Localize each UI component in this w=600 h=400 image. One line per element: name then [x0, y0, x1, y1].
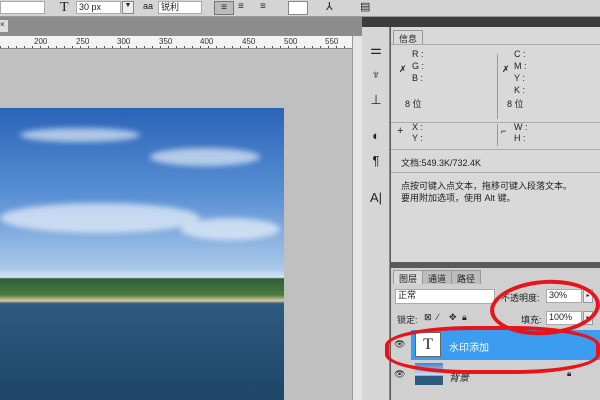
document-tab-bar: ×	[0, 17, 362, 36]
bit-depth-right: 8 位	[507, 99, 524, 109]
anti-alias-icon: aa	[143, 1, 154, 11]
cloud	[20, 128, 140, 142]
info-panel: 信息 ✗ R : G : B : 8 位 ✗ C : M : Y : K : 8…	[391, 27, 600, 262]
tab-layers[interactable]: 图层	[393, 270, 424, 284]
blend-mode-select[interactable]: 正常	[395, 289, 495, 304]
options-bar: T 30 px ▼ aa 锐利 ≡ ≡ ≡ ⅄ ▤	[0, 0, 600, 17]
warp-text-icon[interactable]: ⅄	[326, 0, 333, 13]
eyedropper-icon: ✗	[399, 64, 407, 74]
ruler-tick: 500	[284, 37, 298, 46]
info-c: C :	[514, 49, 526, 59]
selection-size-icon: ⌐	[501, 126, 507, 136]
anti-alias-select[interactable]: 锐利	[158, 1, 202, 14]
crosshair-icon: +	[397, 125, 404, 137]
info-w: W :	[514, 122, 528, 132]
document-size: 文档:549.3K/732.4K	[401, 158, 482, 168]
font-size-field[interactable]: 30 px	[76, 1, 121, 14]
character-icon[interactable]: A|	[368, 190, 384, 206]
annotation-circle-layer	[385, 326, 600, 374]
clone-source-icon[interactable]: ⊥	[368, 92, 384, 108]
vertical-scrollbar[interactable]	[352, 36, 362, 400]
tool-hint: 要用附加选项，使用 Alt 键。	[401, 193, 516, 203]
info-k: K :	[514, 85, 526, 95]
tab-info[interactable]: 信息	[393, 30, 424, 44]
cloud	[0, 203, 200, 233]
tool-presets-icon[interactable]: ♆	[368, 67, 384, 83]
layer-lock-icon: 🔒︎	[567, 369, 572, 378]
info-y: Y :	[514, 73, 525, 83]
ruler-tick: 350	[159, 37, 173, 46]
ruler-tick: 550	[325, 37, 339, 46]
tab-channels[interactable]: 通道	[422, 270, 453, 284]
info-x: X :	[412, 122, 424, 132]
character-panel-icon[interactable]: ▤	[360, 0, 370, 13]
info-g: G :	[412, 61, 425, 71]
horizontal-ruler	[0, 36, 352, 49]
ruler-tick: 450	[242, 37, 256, 46]
align-right-button[interactable]: ≡	[260, 1, 266, 12]
info-b: B :	[412, 73, 424, 83]
lock-transparency-icon[interactable]: ⊠	[424, 312, 432, 323]
brush-presets-icon[interactable]: ⚌	[368, 42, 384, 58]
font-size-icon: T	[60, 0, 69, 15]
document-image[interactable]	[0, 108, 284, 400]
info-y-coord: Y :	[412, 133, 423, 143]
info-m: M :	[514, 61, 527, 71]
lock-paint-icon[interactable]: ∕	[437, 312, 439, 322]
bit-depth-left: 8 位	[405, 99, 422, 109]
close-tab-icon[interactable]: ×	[0, 20, 8, 32]
text-color-swatch[interactable]	[288, 1, 308, 15]
lock-label: 锁定:	[397, 315, 418, 325]
font-family-field[interactable]	[0, 1, 45, 14]
font-size-dropdown-icon[interactable]: ▼	[122, 1, 134, 14]
info-h: H :	[514, 133, 526, 143]
align-center-button[interactable]: ≡	[238, 1, 244, 12]
ruler-tick: 200	[34, 37, 48, 46]
lock-all-icon[interactable]: 🔒︎	[462, 312, 467, 323]
align-left-button[interactable]: ≡	[214, 1, 234, 15]
cloud	[150, 148, 260, 166]
lock-position-icon[interactable]: ✥	[449, 312, 457, 323]
panel-dock-header	[362, 17, 600, 27]
ruler-tick: 300	[117, 37, 131, 46]
tab-paths[interactable]: 路径	[451, 270, 482, 284]
cloud	[180, 218, 280, 240]
ruler-tick: 400	[200, 37, 214, 46]
visibility-eye-icon[interactable]: 👁︎	[394, 369, 405, 380]
eyedropper-icon: ✗	[502, 64, 510, 74]
adjustments-icon[interactable]: ◐	[368, 128, 384, 144]
paragraph-icon[interactable]: ¶	[368, 153, 384, 169]
info-r: R :	[412, 49, 424, 59]
ruler-tick: 250	[76, 37, 90, 46]
